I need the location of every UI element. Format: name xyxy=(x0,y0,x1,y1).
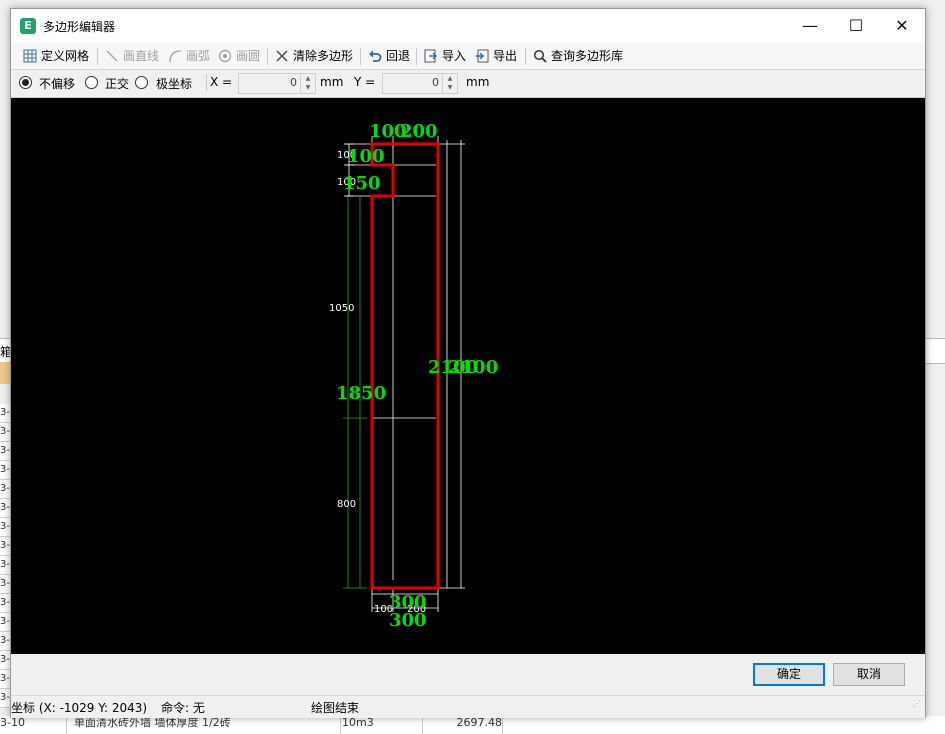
background-row-code[interactable]: 3- xyxy=(0,480,10,499)
grid-icon xyxy=(22,49,38,65)
drawing-canvas[interactable]: 100 100 1050 800 100 200 100 200 100 150… xyxy=(11,98,925,654)
no-offset-radio[interactable] xyxy=(19,76,32,89)
orthogonal-radio[interactable] xyxy=(85,76,98,89)
dialog-footer: 确定 取消 xyxy=(11,654,925,694)
dim-label-1050: 1050 xyxy=(329,303,354,314)
background-cell-code: 3-10 xyxy=(0,716,67,734)
draw-line-button[interactable]: 画直线 xyxy=(104,47,159,65)
y-input[interactable]: 0 ▲ ▼ xyxy=(382,73,458,94)
orthogonal-label[interactable]: 正交 xyxy=(105,75,129,92)
clear-polygon-label: 清除多边形 xyxy=(293,49,354,63)
background-row-code[interactable]: 3- xyxy=(0,651,10,670)
x-spinner[interactable]: ▲ ▼ xyxy=(300,74,315,93)
background-row-code[interactable]: 3- xyxy=(0,537,10,556)
search-icon xyxy=(532,49,548,65)
draw-line-label: 画直线 xyxy=(123,49,160,63)
draw-circle-button[interactable]: 画圆 xyxy=(217,47,260,65)
y-unit: mm xyxy=(466,75,490,89)
background-row-code[interactable]: 3- xyxy=(0,556,10,575)
status-message: 绘图结束 xyxy=(311,701,360,715)
status-bar: 坐标 (X: -1029 Y: 2043) 命令: 无 绘图结束 ⋰ xyxy=(11,695,925,718)
import-icon xyxy=(423,49,439,65)
background-row-code[interactable]: 3- xyxy=(0,575,10,594)
no-offset-label[interactable]: 不偏移 xyxy=(39,75,75,92)
arc-icon xyxy=(167,49,183,65)
cancel-button[interactable]: 取消 xyxy=(833,663,905,686)
polar-label[interactable]: 极坐标 xyxy=(156,75,192,92)
y-label: Y = xyxy=(354,75,376,89)
background-row-code[interactable]: 3- xyxy=(0,499,10,518)
dim-label-bottom-big: 300 xyxy=(389,610,427,631)
y-value: 0 xyxy=(432,76,439,89)
clear-polygon-button[interactable]: 清除多边形 xyxy=(274,47,353,65)
dim-label-800: 800 xyxy=(337,499,356,510)
y-spinner[interactable]: ▲ ▼ xyxy=(442,74,457,93)
status-coordinates: 坐标 (X: -1029 Y: 2043) xyxy=(11,701,148,715)
title-bar[interactable]: E 多边形编辑器 — ☐ ✕ xyxy=(11,9,925,43)
background-row-code[interactable]: 3- xyxy=(0,442,10,461)
background-table-row[interactable]: 3-10 单面清水砖外墙 墙体厚度 1/2砖 10m3 2697.48 xyxy=(0,716,945,734)
minimize-button[interactable]: — xyxy=(787,9,833,43)
line-icon xyxy=(104,49,120,65)
dim-label-top: 200 xyxy=(400,121,438,142)
draw-arc-button[interactable]: 画弧 xyxy=(167,47,210,65)
background-row-code[interactable]: 3- xyxy=(0,461,10,480)
define-grid-label: 定义网格 xyxy=(41,49,90,63)
define-grid-button[interactable]: 定义网格 xyxy=(22,47,89,65)
background-selected-row xyxy=(0,362,10,384)
toolbar-separator xyxy=(360,48,361,65)
background-row-code[interactable]: 3- xyxy=(0,518,10,537)
toolbar: 定义网格 画直线 画弧 画圆 清除多边形 回退 导入 导出 查询多边形库 xyxy=(11,43,925,70)
background-row-code[interactable]: 3- xyxy=(0,632,10,651)
export-icon xyxy=(474,49,490,65)
toolbar-separator xyxy=(267,48,268,65)
background-row-code[interactable]: 3- xyxy=(0,670,10,689)
toolbar-separator xyxy=(416,48,417,65)
background-row-code[interactable]: 3- xyxy=(0,423,10,442)
background-row-code[interactable]: 3- xyxy=(0,689,10,708)
draw-arc-label: 画弧 xyxy=(186,49,211,63)
x-value: 0 xyxy=(290,76,297,89)
polygon-drawing[interactable]: 100 100 1050 800 100 200 100 200 100 150… xyxy=(11,98,925,654)
maximize-button[interactable]: ☐ xyxy=(833,9,879,43)
background-cell-desc: 单面清水砖外墙 墙体厚度 1/2砖 xyxy=(74,716,341,734)
dim-label-left-big: 100 xyxy=(347,146,385,167)
x-label: X = xyxy=(210,75,233,89)
x-unit: mm xyxy=(320,75,344,89)
resize-grip-icon[interactable]: ⋰ xyxy=(913,699,923,709)
app-icon: E xyxy=(20,18,36,34)
toolbar-separator xyxy=(97,48,98,65)
draw-circle-label: 画圆 xyxy=(236,49,261,63)
clear-x-icon xyxy=(274,49,290,65)
dialog-title: 多边形编辑器 xyxy=(43,20,116,34)
export-button[interactable]: 导出 xyxy=(474,47,517,65)
ok-button[interactable]: 确定 xyxy=(753,663,825,686)
background-cell-unit: 10m3 xyxy=(342,716,423,734)
undo-button[interactable]: 回退 xyxy=(367,47,410,65)
undo-label: 回退 xyxy=(386,49,411,63)
status-command: 命令: 无 xyxy=(161,701,205,715)
query-library-label: 查询多边形库 xyxy=(551,49,624,63)
dim-label-left-big: 150 xyxy=(343,173,381,194)
export-label: 导出 xyxy=(493,49,518,63)
polygon-editor-dialog: E 多边形编辑器 — ☐ ✕ 定义网格 画直线 画弧 画圆 清除多边形 回退 导… xyxy=(10,8,926,718)
background-row-code[interactable]: 3- xyxy=(0,613,10,632)
close-button[interactable]: ✕ xyxy=(879,9,925,43)
circle-icon xyxy=(217,49,233,65)
import-button[interactable]: 导入 xyxy=(423,47,466,65)
import-label: 导入 xyxy=(442,49,467,63)
toolbar-separator xyxy=(525,48,526,65)
options-separator xyxy=(206,74,207,91)
polar-radio[interactable] xyxy=(135,76,148,89)
background-row-code[interactable]: 3- xyxy=(0,404,10,423)
undo-icon xyxy=(367,49,383,65)
options-bar: 不偏移 正交 极坐标 X = 0 ▲ ▼ mm Y = 0 ▲ ▼ mm xyxy=(11,70,925,98)
background-cell-value: 2697.48 xyxy=(424,716,503,734)
query-library-button[interactable]: 查询多边形库 xyxy=(532,47,623,65)
dim-label-right: 2100 xyxy=(448,357,498,378)
dim-label-height: 1850 xyxy=(336,383,386,404)
x-input[interactable]: 0 ▲ ▼ xyxy=(238,73,316,94)
background-row-code[interactable]: 3- xyxy=(0,594,10,613)
